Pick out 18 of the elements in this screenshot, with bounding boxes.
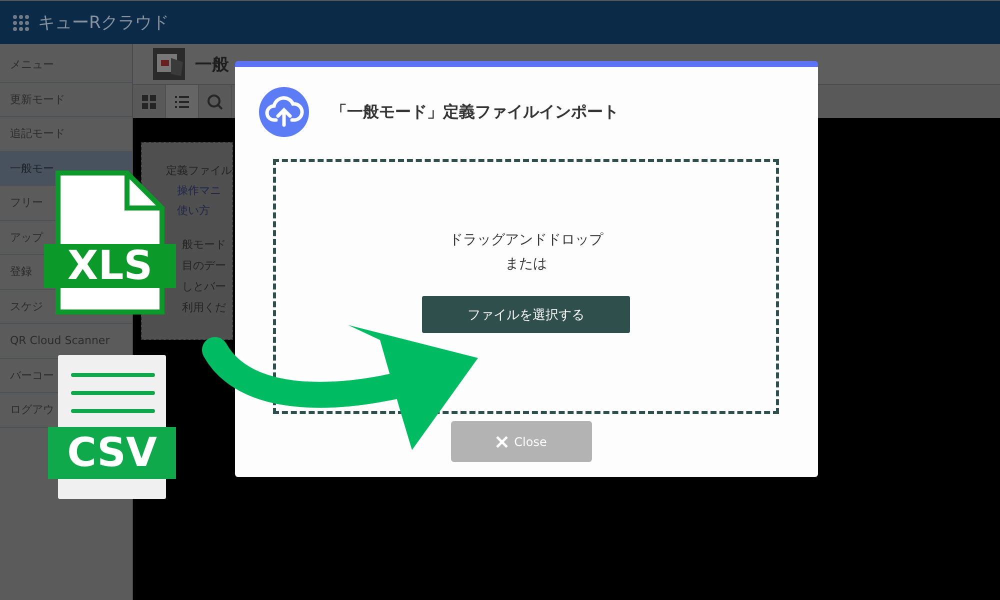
app-grid-icon[interactable] (12, 14, 30, 32)
page-title: 一般 (195, 54, 229, 76)
drop-hint: または (505, 255, 547, 274)
list-view-icon (175, 96, 189, 108)
select-file-button[interactable]: ファイルを選択する (422, 296, 630, 333)
cloud-upload-icon (259, 87, 309, 137)
file-type-label: XLS (44, 244, 176, 288)
dialog-title: 「一般モード」定義ファイルインポート (331, 102, 619, 122)
app-title: キューRクラウド (38, 12, 169, 34)
file-type-label: CSV (48, 427, 176, 479)
close-icon (496, 436, 508, 448)
sidebar-item[interactable]: 一般モー (10, 160, 54, 176)
close-button[interactable]: Close (451, 421, 592, 462)
drop-hint: ドラッグアンドドロップ (449, 231, 603, 250)
view-toggle-button[interactable] (166, 85, 199, 118)
barcode-thumbnail-icon (153, 48, 185, 80)
grid-view-icon (142, 94, 156, 108)
search-icon (207, 94, 223, 110)
